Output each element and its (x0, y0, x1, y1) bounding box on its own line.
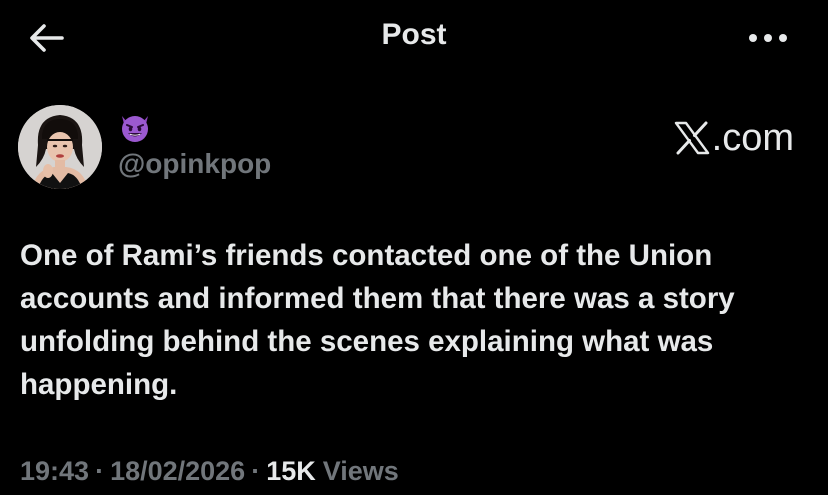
x-com-watermark: .com (674, 116, 794, 159)
post-date[interactable]: 18/02/2026 (110, 456, 245, 486)
post-metadata: 19:43 · 18/02/2026 · 15K Views (20, 456, 399, 487)
views-count[interactable]: 15K (266, 456, 316, 486)
author-handle[interactable]: @opinkpop (118, 148, 271, 180)
smiling-imp-emoji (122, 116, 148, 142)
views-label: Views (322, 456, 399, 486)
page-title: Post (381, 18, 447, 51)
x-logo-icon (674, 121, 709, 155)
more-options-button[interactable] (746, 26, 790, 50)
more-horizontal-icon (749, 34, 787, 42)
meta-separator: · (251, 456, 261, 486)
avatar[interactable] (18, 105, 102, 189)
top-bar: Post (0, 0, 828, 76)
watermark-text: .com (711, 116, 794, 159)
post-author-header: @opinkpop .com (0, 100, 828, 192)
display-name-emoji[interactable] (118, 110, 152, 144)
tweet-text: One of Rami’s friends contacted one of t… (20, 239, 735, 401)
meta-separator: · (95, 456, 105, 486)
post-time[interactable]: 19:43 (20, 456, 89, 486)
profile-photo (18, 105, 102, 189)
